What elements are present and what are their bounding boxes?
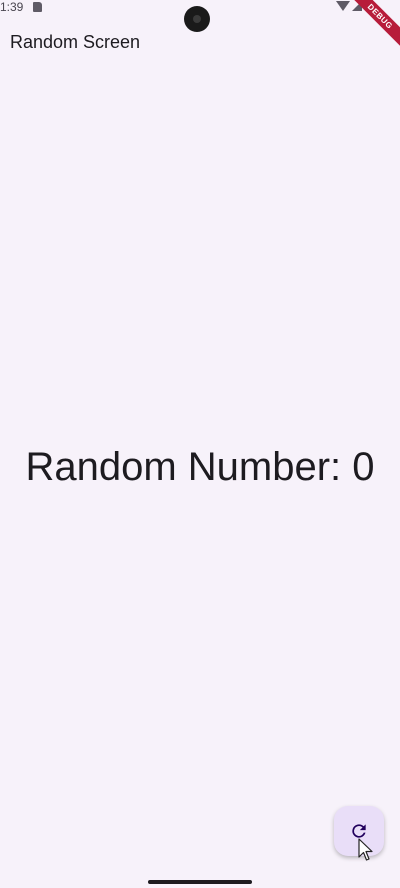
random-number-text: Random Number: 0 (25, 445, 375, 489)
status-bar: 1:39 (0, 0, 400, 32)
status-time: 1:39 (0, 0, 24, 14)
wifi-icon (336, 1, 350, 11)
mouse-cursor-icon (358, 838, 373, 861)
gesture-navigation-handle[interactable] (148, 880, 252, 884)
app-title: Random Screen (10, 32, 141, 52)
main-content: Random Number: 0 (0, 445, 400, 490)
app-screen: 1:39 DEBUG Random Screen Random Number: … (0, 0, 400, 888)
app-bar: Random Screen (0, 24, 400, 64)
sim-card-icon (33, 2, 42, 12)
